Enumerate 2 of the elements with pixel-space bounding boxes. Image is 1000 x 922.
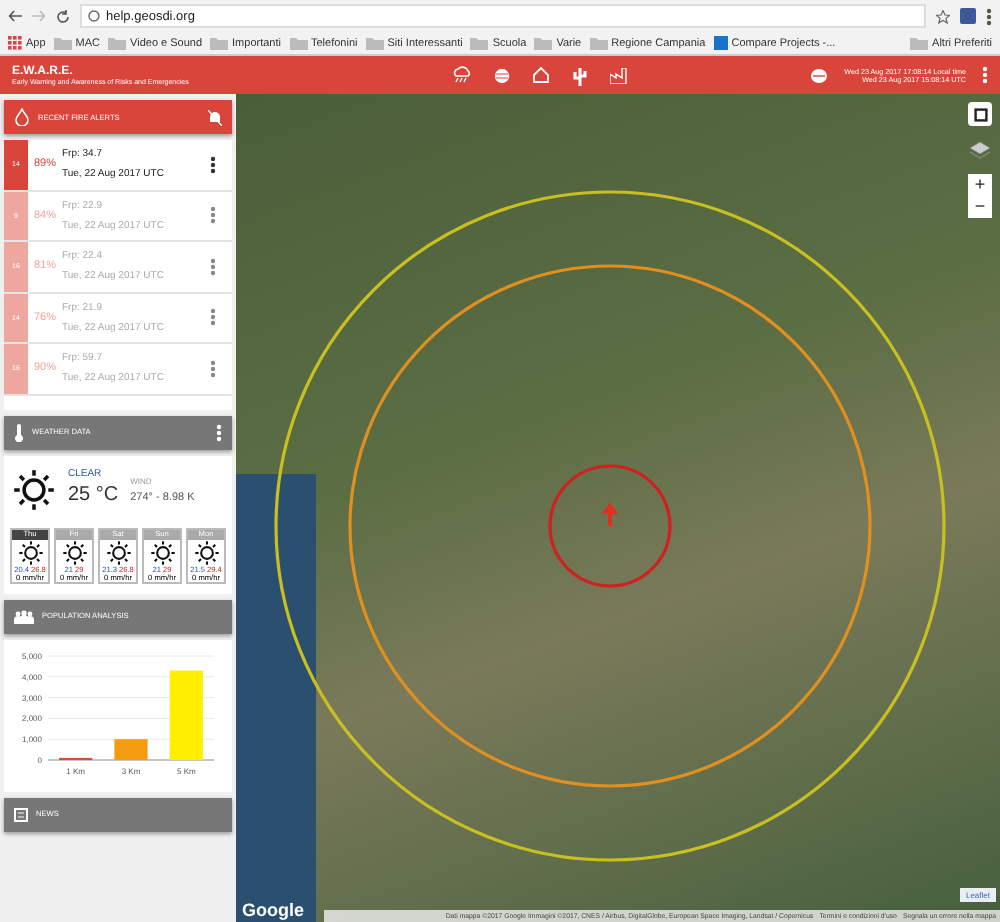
- google-logo: Google: [242, 900, 304, 920]
- temperature: 25 °C: [68, 483, 119, 505]
